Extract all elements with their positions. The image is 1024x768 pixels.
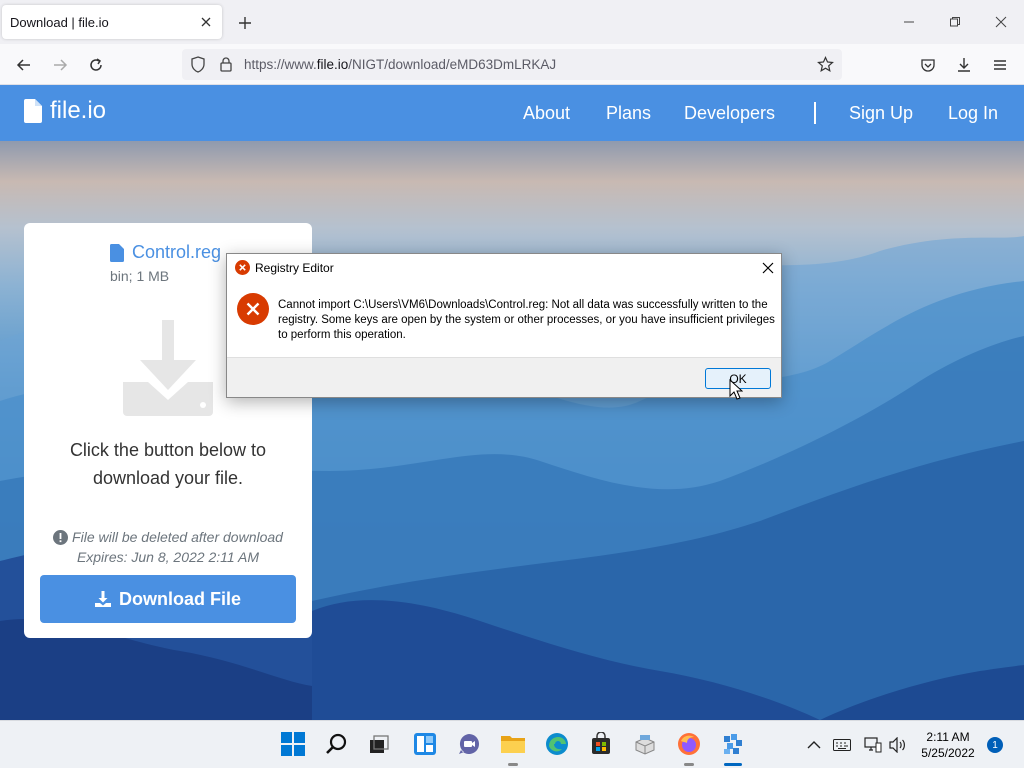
file-icon [110, 243, 124, 262]
menu-icon[interactable] [987, 52, 1013, 78]
tab-title: Download | file.io [10, 14, 109, 30]
chevron-up-icon[interactable] [805, 736, 823, 754]
expires-note: Expires: Jun 8, 2022 2:11 AM [76, 549, 260, 565]
nav-divider [814, 102, 816, 124]
store-icon[interactable] [588, 731, 614, 757]
shield-icon[interactable] [190, 56, 206, 78]
downloads-icon[interactable] [951, 52, 977, 78]
bookmark-star-icon[interactable] [817, 56, 834, 78]
site-logo[interactable]: file.io [24, 97, 106, 125]
instruction-line-1: Click the button below to [69, 440, 267, 460]
file-explorer-icon[interactable] [500, 731, 526, 757]
explorer-running-indicator [508, 763, 518, 766]
close-tab-icon[interactable] [198, 14, 214, 30]
dialog-footer: OK [227, 357, 781, 397]
nav-developers[interactable]: Developers [684, 103, 775, 124]
chat-icon[interactable] [456, 731, 482, 757]
instruction-line-2: download your file. [92, 468, 244, 488]
download-icon [94, 591, 111, 607]
reload-icon[interactable] [83, 52, 109, 78]
error-icon [237, 293, 269, 325]
network-icon[interactable] [864, 736, 882, 754]
dialog-title: Registry Editor [255, 261, 334, 275]
app-icon[interactable] [632, 731, 658, 757]
nav-plans[interactable]: Plans [606, 103, 651, 124]
registry-editor-icon[interactable] [720, 731, 746, 757]
widgets-icon[interactable] [412, 731, 438, 757]
mouse-cursor-icon [729, 379, 743, 400]
lock-icon[interactable] [219, 56, 233, 77]
browser-tabstrip: Download | file.io [0, 0, 1024, 44]
close-window-icon[interactable] [987, 10, 1015, 34]
site-header: file.io About Plans Developers Sign Up L… [0, 85, 1024, 141]
exclamation-circle-icon [53, 529, 69, 545]
download-file-label: Download File [118, 588, 241, 609]
file-name: Control.reg [132, 242, 222, 262]
keyboard-icon[interactable] [833, 736, 851, 754]
download-file-button[interactable]: Download File [40, 575, 296, 623]
nav-sign-up[interactable]: Sign Up [849, 103, 913, 124]
task-view-icon[interactable] [366, 731, 392, 757]
clock-date: 5/25/2022 [921, 746, 975, 760]
volume-icon[interactable] [889, 736, 907, 754]
minimize-icon[interactable] [895, 10, 923, 34]
back-icon[interactable] [11, 52, 37, 78]
delete-note-text: File will be deleted after download [72, 529, 283, 545]
taskbar: 2:11 AM 5/25/2022 1 [0, 720, 1024, 768]
url-bar[interactable]: https://www.file.io/NIGT/download/eMD63D… [182, 49, 842, 80]
download-drive-icon [118, 320, 218, 420]
windows-start-icon[interactable] [280, 731, 306, 757]
notification-badge[interactable]: 1 [987, 737, 1003, 753]
search-icon[interactable] [324, 731, 350, 757]
registry-editor-dialog: Registry Editor Cannot import C:\Users\V… [226, 253, 782, 398]
clock-time: 2:11 AM [926, 730, 970, 744]
dialog-message: Cannot import C:\Users\VM6\Downloads\Con… [278, 299, 775, 341]
pocket-icon[interactable] [915, 52, 941, 78]
firefox-icon[interactable] [676, 731, 702, 757]
browser-tab[interactable]: Download | file.io [2, 5, 222, 39]
file-logo-icon [24, 99, 42, 123]
dialog-close-icon[interactable] [759, 259, 777, 277]
firefox-running-indicator [684, 763, 694, 766]
url-domain: file.io [316, 57, 349, 72]
delete-note: File will be deleted after download [24, 529, 312, 545]
file-meta: bin; 1 MB [110, 268, 170, 284]
browser-navbar: https://www.file.io/NIGT/download/eMD63D… [0, 44, 1024, 85]
nav-log-in[interactable]: Log In [948, 103, 998, 124]
regedit-active-indicator [724, 763, 742, 766]
forward-icon[interactable] [47, 52, 73, 78]
nav-about[interactable]: About [523, 103, 570, 124]
download-instruction: Click the button below to download your … [24, 436, 312, 492]
system-clock[interactable]: 2:11 AM 5/25/2022 [912, 729, 984, 761]
restore-icon[interactable] [941, 10, 969, 34]
url-prefix: https://www. [244, 57, 317, 72]
edge-icon[interactable] [544, 731, 570, 757]
url-text: https://www.file.io/NIGT/download/eMD63D… [244, 57, 556, 72]
url-path: /NIGT/download/eMD63DmLRKAJ [348, 57, 557, 72]
logo-text: file.io [50, 97, 107, 124]
new-tab-icon[interactable] [234, 12, 256, 34]
file-name-link[interactable]: Control.reg [110, 242, 221, 263]
error-title-icon [235, 260, 250, 275]
